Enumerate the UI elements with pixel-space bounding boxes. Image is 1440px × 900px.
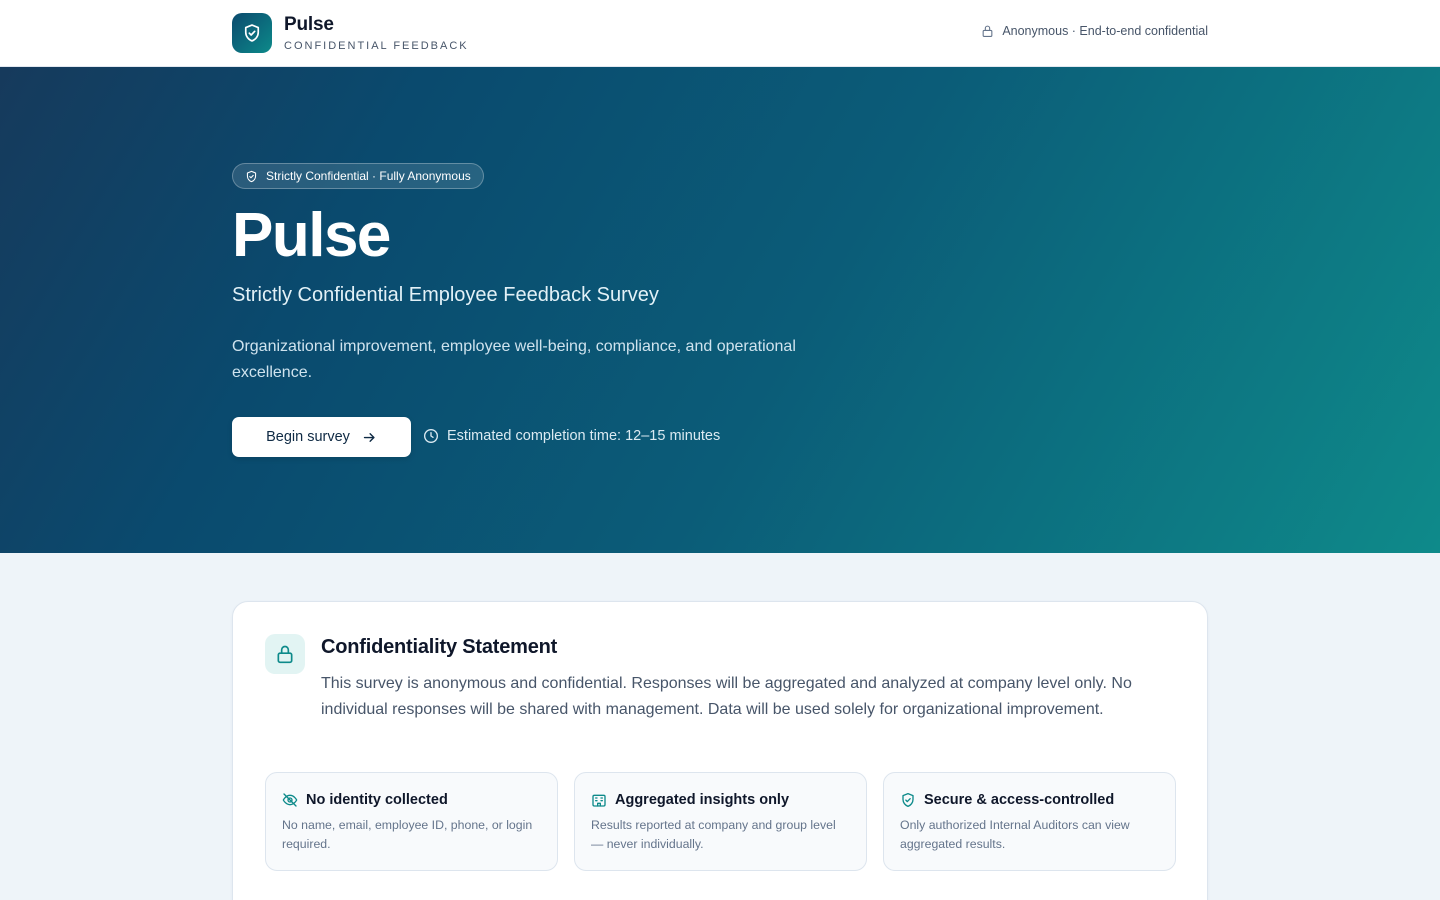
feature-description: No name, email, employee ID, phone, or l… [282,818,533,851]
page-title: Pulse [232,201,391,270]
brand[interactable]: Pulse CONFIDENTIAL FEEDBACK [232,13,469,53]
estimated-time: Estimated completion time: 12–15 minutes [423,428,720,444]
top-bar: Pulse CONFIDENTIAL FEEDBACK Anonymous · … [0,0,1440,67]
arrow-right-icon [363,432,375,442]
privacy-text: Anonymous · End-to-end confidential [1002,24,1208,38]
begin-survey-label: Begin survey [266,429,350,445]
feature-description: Only authorized Internal Auditors can vi… [900,818,1130,851]
clock-icon [424,429,438,443]
lock-icon [982,25,993,37]
page-description: Organizational improvement, employee wel… [232,338,796,381]
building-icon [592,794,606,807]
page-subtitle: Strictly Confidential Employee Feedback … [232,284,659,306]
begin-survey-button[interactable]: Begin survey [232,417,411,457]
privacy-indicator: Anonymous · End-to-end confidential [981,24,1208,38]
brand-name: Pulse [284,13,334,35]
confidentiality-title: Confidentiality Statement [321,636,558,658]
badge-text: Strictly Confidential · Fully Anonymous [266,169,471,183]
hero-section: Strictly Confidential · Fully Anonymous … [0,67,1440,553]
feature-aggregated: Aggregated insights only Results reporte… [574,772,867,871]
confidential-badge: Strictly Confidential · Fully Anonymous [232,163,484,189]
feature-description: Results reported at company and group le… [591,818,836,851]
shield-check-icon [902,793,914,807]
feature-no-identity: No identity collected No name, email, em… [265,772,558,871]
feature-title: Secure & access-controlled [924,792,1115,808]
feature-secure: Secure & access-controlled Only authoriz… [883,772,1176,871]
feature-title: No identity collected [306,792,448,808]
confidentiality-card: Confidentiality Statement This survey is… [232,601,1208,900]
shield-check-icon [246,170,257,182]
brand-subtitle: CONFIDENTIAL FEEDBACK [284,39,469,52]
feature-list: No identity collected No name, email, em… [265,772,1176,871]
lock-icon [265,634,305,674]
confidentiality-body: This survey is anonymous and confidentia… [321,675,1132,718]
eye-off-icon [282,793,298,807]
feature-title: Aggregated insights only [615,792,790,808]
shield-check-icon [232,13,272,53]
estimated-time-text: Estimated completion time: 12–15 minutes [447,428,721,444]
